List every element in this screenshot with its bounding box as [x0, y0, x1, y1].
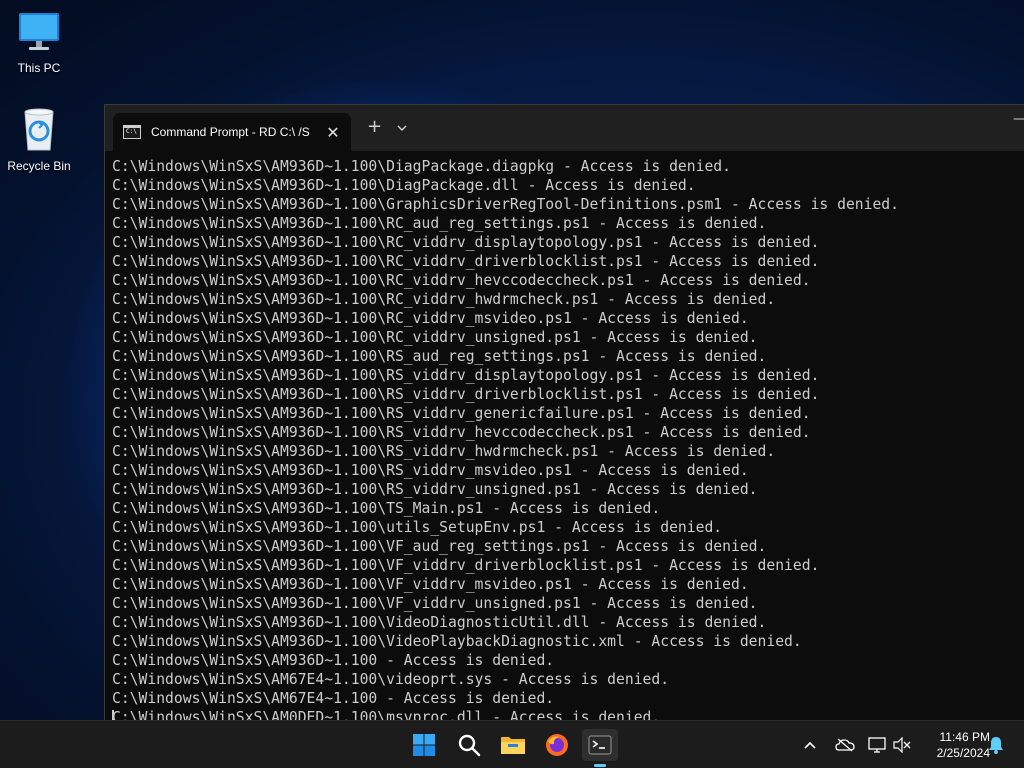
console-line: C:\Windows\WinSxS\AM936D~1.100\RC_viddrv…	[112, 291, 776, 308]
desktop-icon-label: Recycle Bin	[7, 159, 71, 173]
console-line: C:\Windows\WinSxS\AM936D~1.100\RC_viddrv…	[112, 253, 820, 270]
console-line: C:\Windows\WinSxS\AM936D~1.100\RS_aud_re…	[112, 348, 767, 365]
firefox-button[interactable]	[539, 729, 575, 761]
volume-muted-icon	[893, 737, 911, 753]
console-line: C:\Windows\WinSxS\AM936D~1.100\VF_viddrv…	[112, 557, 820, 574]
windows-logo-icon	[413, 734, 435, 756]
folder-icon	[501, 737, 525, 754]
show-hidden-icons-button[interactable]	[803, 721, 817, 768]
notifications-button[interactable]	[988, 721, 1004, 768]
console-line: C:\Windows\WinSxS\AM67E4~1.100 - Access …	[112, 690, 555, 707]
new-tab-button[interactable]: +	[367, 118, 382, 136]
console-line: C:\Windows\WinSxS\AM936D~1.100\RS_viddrv…	[112, 481, 758, 498]
console-line: C:\Windows\WinSxS\AM936D~1.100\DiagPacka…	[112, 177, 696, 194]
console-line: C:\Windows\WinSxS\AM936D~1.100\RS_viddrv…	[112, 443, 776, 460]
console-line: C:\Windows\WinSxS\AM936D~1.100\VF_viddrv…	[112, 595, 758, 612]
recycle-bin-icon	[0, 106, 79, 155]
console-line: C:\Windows\WinSxS\AM936D~1.100\VF_aud_re…	[112, 538, 767, 555]
minimize-button[interactable]: —	[1013, 111, 1024, 127]
console-line: C:\Windows\WinSxS\AM936D~1.100\RS_viddrv…	[112, 462, 749, 479]
console-line: C:\Windows\WinSxS\AM936D~1.100\TS_Main.p…	[112, 500, 661, 517]
search-icon	[458, 734, 481, 757]
terminal-titlebar[interactable]: C:\ Command Prompt - RD C:\ /S ✕ + —	[105, 105, 1024, 151]
console-line: C:\Windows\WinSxS\AM936D~1.100\RC_aud_re…	[112, 215, 767, 232]
onedrive-offline-icon	[835, 738, 855, 752]
desktop-icon-label: This PC	[17, 61, 61, 75]
console-line: C:\Windows\WinSxS\AM936D~1.100\RS_viddrv…	[112, 405, 811, 422]
console-line: C:\Windows\WinSxS\AM936D~1.100\RC_viddrv…	[112, 272, 811, 289]
console-line: C:\Windows\WinSxS\AM936D~1.100\VideoPlay…	[112, 633, 802, 650]
start-button[interactable]	[406, 729, 442, 761]
file-explorer-button[interactable]	[495, 729, 531, 761]
monitor-icon	[0, 10, 79, 57]
command-prompt-icon: C:\	[123, 125, 141, 139]
terminal-window[interactable]: C:\ Command Prompt - RD C:\ /S ✕ + — C:\…	[104, 104, 1024, 721]
console-line: C:\Windows\WinSxS\AM936D~1.100\RS_viddrv…	[112, 367, 820, 384]
console-line: C:\Windows\WinSxS\AM936D~1.100\RS_viddrv…	[112, 424, 811, 441]
chevron-down-icon	[397, 125, 407, 131]
active-app-indicator	[594, 764, 606, 767]
console-line: C:\Windows\WinSxS\AM936D~1.100\utils_Set…	[112, 519, 723, 536]
desktop-icon-recycle-bin[interactable]: Recycle Bin	[0, 106, 79, 173]
clock-time: 11:46 PM	[939, 730, 990, 744]
console-line: C:\Windows\WinSxS\AM936D~1.100\RC_viddrv…	[112, 234, 820, 251]
console-line: C:\Windows\WinSxS\AM936D~1.100\RS_viddrv…	[112, 386, 820, 403]
taskbar: 11:46 PM 2/25/2024	[0, 720, 1024, 768]
console-line: C:\Windows\WinSxS\AM936D~1.100\GraphicsD…	[112, 196, 899, 213]
notification-bell-icon	[989, 737, 1003, 754]
console-output[interactable]: C:\Windows\WinSxS\AM936D~1.100\DiagPacka…	[105, 151, 1024, 721]
tab-close-button[interactable]: ✕	[323, 123, 343, 142]
console-line: C:\Windows\WinSxS\AM936D~1.100\DiagPacka…	[112, 158, 731, 175]
desktop-icon-this-pc[interactable]: This PC	[0, 10, 79, 75]
terminal-button[interactable]	[582, 729, 618, 767]
console-line: C:\Windows\WinSxS\AM936D~1.100\RC_viddrv…	[112, 329, 758, 346]
taskbar-clock[interactable]: 11:46 PM 2/25/2024	[918, 729, 990, 761]
clock-date: 2/25/2024	[936, 746, 990, 760]
chevron-up-icon	[804, 741, 816, 749]
tab-command-prompt[interactable]: C:\ Command Prompt - RD C:\ /S ✕	[113, 113, 351, 151]
network-tray-button[interactable]	[867, 721, 887, 768]
tab-title: Command Prompt - RD C:\ /S	[151, 125, 310, 139]
network-icon	[868, 737, 886, 753]
console-line: C:\Windows\WinSxS\AM936D~1.100 - Access …	[112, 652, 555, 669]
firefox-icon	[546, 734, 568, 756]
tab-icon-text: C:\	[126, 128, 137, 135]
console-line: C:\Windows\WinSxS\AM936D~1.100\VideoDiag…	[112, 614, 767, 631]
onedrive-tray-button[interactable]	[835, 721, 855, 768]
search-button[interactable]	[451, 729, 487, 761]
volume-tray-button[interactable]	[893, 721, 911, 768]
console-line: C:\Windows\WinSxS\AM936D~1.100\VF_viddrv…	[112, 576, 749, 593]
terminal-icon	[588, 735, 612, 755]
console-line: C:\Windows\WinSxS\AM67E4~1.100\videoprt.…	[112, 671, 670, 688]
console-line: C:\Windows\WinSxS\AM936D~1.100\RC_viddrv…	[112, 310, 749, 327]
tab-dropdown-button[interactable]	[397, 121, 407, 137]
